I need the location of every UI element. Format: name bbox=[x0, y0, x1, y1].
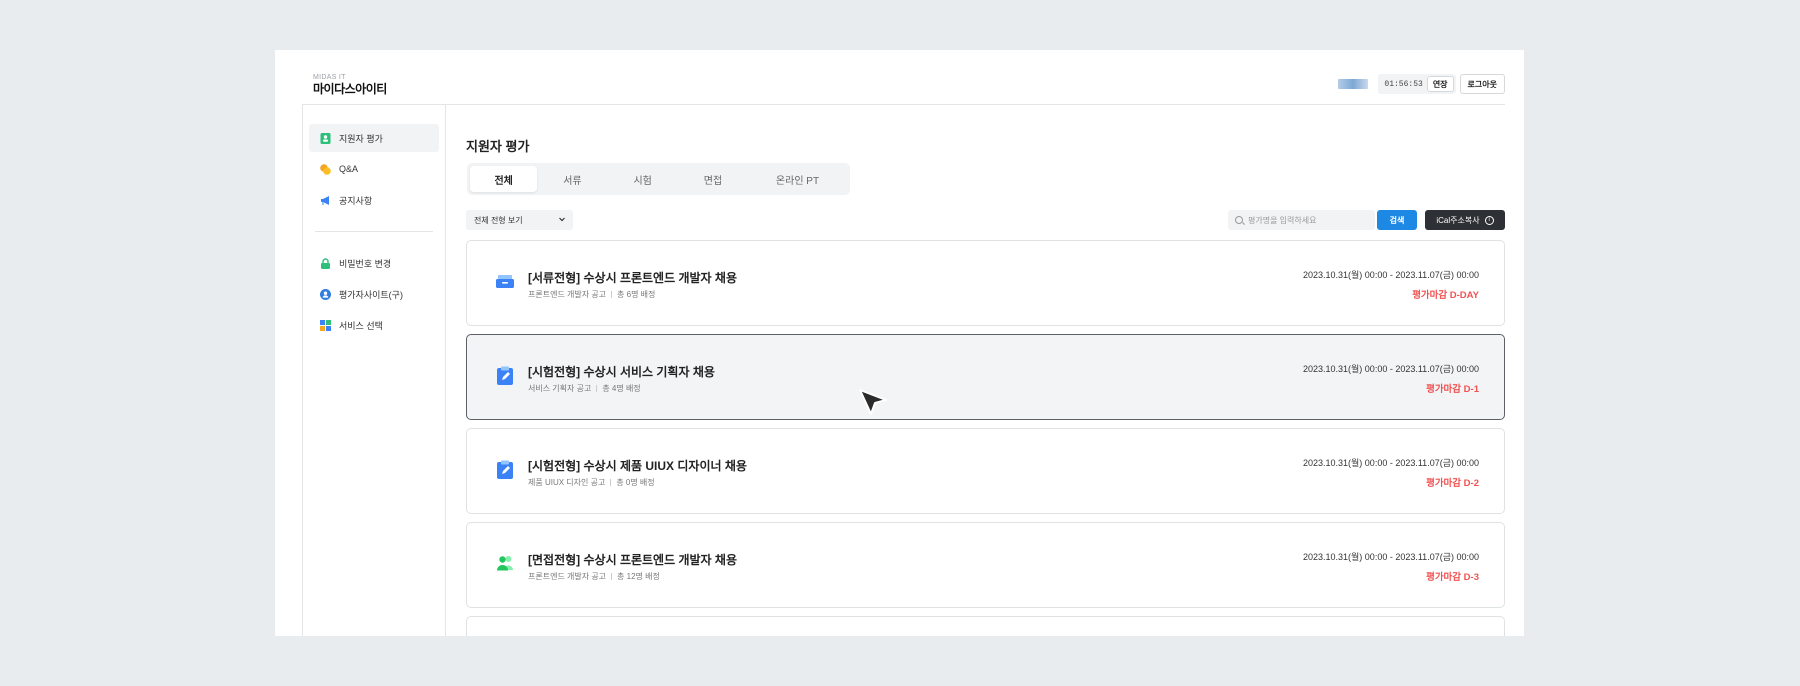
document-tray-icon bbox=[495, 271, 515, 291]
tab-interview[interactable]: 면접 bbox=[678, 166, 748, 192]
card-notice: 제품 UIUX 디자인 공고 bbox=[528, 478, 606, 487]
search-icon bbox=[1235, 216, 1243, 224]
search-box bbox=[1228, 210, 1375, 230]
card-title: [서류전형] 수상시 프론트엔드 개발자 채용 bbox=[528, 271, 738, 285]
sidebar-item-label: 평가자사이트(구) bbox=[339, 289, 403, 300]
session-timer: 01:56:53 연장 bbox=[1378, 74, 1456, 94]
card-title: [시험전형] 수상시 제품 UIUX 디자이너 채용 bbox=[528, 459, 747, 473]
card-subtitle: 프론트엔드 개발자 공고 총 12명 배정 bbox=[528, 571, 660, 582]
company-logo[interactable]: MIDAS IT 마이다스아이티 bbox=[313, 74, 387, 96]
card-period: 2023.10.31(월) 00:00 - 2023.11.07(금) 00:0… bbox=[1302, 458, 1479, 468]
sidebar-item-old-evaluator-site[interactable]: 평가자사이트(구) bbox=[309, 280, 439, 308]
card-count: 총 0명 배정 bbox=[616, 478, 655, 487]
card-period: 2023.10.31(월) 00:00 - 2023.11.07(금) 00:0… bbox=[1302, 552, 1479, 562]
card-subtitle: 서비스 기획자 공고 총 4명 배정 bbox=[528, 383, 641, 394]
card-deadline: 평가마감 D-DAY bbox=[1412, 290, 1479, 301]
logout-button[interactable]: 로그아웃 bbox=[1459, 74, 1505, 94]
evaluation-card[interactable]: [시험전형] 수상시 서비스 기획자 채용 서비스 기획자 공고 총 4명 배정 … bbox=[466, 334, 1505, 420]
sidebar-item-service-select[interactable]: 서비스 선택 bbox=[309, 311, 439, 339]
tab-documents[interactable]: 서류 bbox=[537, 166, 607, 192]
sidebar-item-label: 공지사항 bbox=[339, 195, 373, 206]
top-header: MIDAS IT 마이다스아이티 01:56:53 연장 로그아웃 bbox=[302, 50, 1505, 105]
search-button[interactable]: 검색 bbox=[1377, 210, 1417, 230]
card-title: [면접전형] 수상시 프론트엔드 개발자 채용 bbox=[528, 553, 738, 567]
tab-exam[interactable]: 시험 bbox=[608, 166, 678, 192]
stage-filter-label: 전체 전형 보기 bbox=[474, 215, 523, 225]
card-period: 2023.10.31(월) 00:00 - 2023.11.07(금) 00:0… bbox=[1302, 364, 1479, 374]
evaluation-card[interactable] bbox=[466, 616, 1505, 636]
page-title: 지원자 평가 bbox=[466, 139, 530, 154]
card-deadline: 평가마감 D-2 bbox=[1426, 478, 1479, 489]
sidebar-item-notice[interactable]: 공지사항 bbox=[309, 186, 439, 214]
ical-copy-button[interactable]: iCal주소복사 i bbox=[1425, 210, 1505, 230]
mouse-cursor-icon bbox=[859, 389, 887, 415]
user-circle-icon bbox=[320, 288, 331, 300]
stage-filter-dropdown[interactable]: 전체 전형 보기 bbox=[466, 210, 573, 230]
session-timer-text: 01:56:53 bbox=[1384, 79, 1423, 89]
people-icon bbox=[495, 553, 515, 573]
extend-session-button[interactable]: 연장 bbox=[1426, 76, 1454, 92]
sidebar: 지원자 평가 Q&A 공지사항 비밀번호 변경 평가자사이트(구) 서비스 선택 bbox=[303, 105, 446, 636]
card-subtitle: 프론트엔드 개발자 공고 총 6명 배정 bbox=[528, 289, 655, 300]
chat-icon bbox=[320, 163, 331, 175]
card-notice: 서비스 기획자 공고 bbox=[528, 384, 592, 393]
clipboard-pen-icon bbox=[495, 365, 515, 385]
card-count: 총 4명 배정 bbox=[602, 384, 641, 393]
logo-subtitle: MIDAS IT bbox=[313, 74, 346, 81]
user-name-image bbox=[1338, 79, 1369, 89]
card-deadline: 평가마감 D-3 bbox=[1426, 572, 1479, 583]
card-notice: 프론트엔드 개발자 공고 bbox=[528, 290, 607, 299]
tab-online-pt[interactable]: 온라인 PT bbox=[748, 166, 847, 192]
header-actions: 01:56:53 연장 로그아웃 bbox=[1338, 74, 1505, 94]
main-content: 지원자 평가 전체 서류 시험 면접 온라인 PT 전체 전형 보기 검색 iC… bbox=[466, 105, 1505, 636]
tab-bar: 전체 서류 시험 면접 온라인 PT bbox=[467, 163, 850, 195]
tab-all[interactable]: 전체 bbox=[470, 166, 538, 192]
logo-title: 마이다스아이티 bbox=[313, 82, 387, 96]
card-deadline: 평가마감 D-1 bbox=[1426, 384, 1479, 395]
card-period: 2023.10.31(월) 00:00 - 2023.11.07(금) 00:0… bbox=[1302, 270, 1479, 280]
evaluation-card[interactable]: [서류전형] 수상시 프론트엔드 개발자 채용 프론트엔드 개발자 공고 총 6명… bbox=[466, 240, 1505, 326]
sidebar-item-label: Q&A bbox=[339, 164, 359, 174]
applicant-icon bbox=[320, 132, 331, 144]
sidebar-item-label: 비밀번호 변경 bbox=[339, 258, 392, 269]
card-notice: 프론트엔드 개발자 공고 bbox=[528, 572, 607, 581]
card-count: 총 6명 배정 bbox=[617, 290, 656, 299]
search-input[interactable] bbox=[1248, 215, 1368, 225]
card-count: 총 12명 배정 bbox=[617, 572, 660, 581]
sidebar-divider bbox=[315, 231, 433, 232]
ical-copy-label: iCal주소복사 bbox=[1436, 215, 1480, 225]
sidebar-item-qna[interactable]: Q&A bbox=[309, 155, 439, 183]
card-subtitle: 제품 UIUX 디자인 공고 총 0명 배정 bbox=[528, 477, 655, 488]
evaluation-card[interactable]: [면접전형] 수상시 프론트엔드 개발자 채용 프론트엔드 개발자 공고 총 12… bbox=[466, 522, 1505, 608]
sidebar-item-label: 지원자 평가 bbox=[339, 133, 383, 144]
clipboard-pen-icon bbox=[495, 459, 515, 479]
chevron-down-icon bbox=[558, 215, 566, 225]
app-window: MIDAS IT 마이다스아이티 01:56:53 연장 로그아웃 지원자 평가… bbox=[275, 50, 1524, 636]
sidebar-item-label: 서비스 선택 bbox=[339, 320, 383, 331]
card-title: [시험전형] 수상시 서비스 기획자 채용 bbox=[528, 365, 715, 379]
lock-icon bbox=[320, 257, 331, 269]
evaluation-list: [서류전형] 수상시 프론트엔드 개발자 채용 프론트엔드 개발자 공고 총 6명… bbox=[466, 240, 1505, 636]
grid-icon bbox=[320, 319, 331, 331]
evaluation-card[interactable]: [시험전형] 수상시 제품 UIUX 디자이너 채용 제품 UIUX 디자인 공… bbox=[466, 428, 1505, 514]
sidebar-item-change-password[interactable]: 비밀번호 변경 bbox=[309, 249, 439, 277]
megaphone-icon bbox=[320, 195, 331, 206]
sidebar-item-applicant-evaluation[interactable]: 지원자 평가 bbox=[309, 124, 439, 152]
info-icon: i bbox=[1484, 215, 1494, 225]
